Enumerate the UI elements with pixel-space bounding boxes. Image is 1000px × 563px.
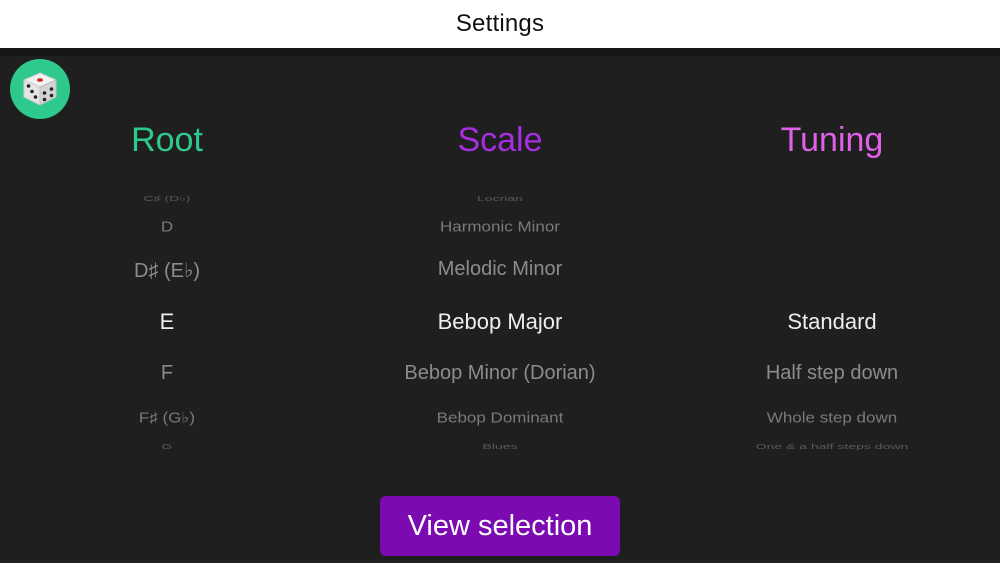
root-option[interactable]: D♯ (E♭) bbox=[0, 258, 334, 283]
root-option[interactable]: C♯ (D♭) bbox=[0, 194, 334, 203]
randomize-button[interactable] bbox=[10, 59, 70, 119]
scale-option[interactable]: Melodic Minor bbox=[333, 258, 667, 281]
view-selection-button[interactable]: View selection bbox=[380, 496, 620, 556]
scale-option[interactable]: Bebop Dominant bbox=[333, 410, 667, 427]
nav-divider bbox=[0, 48, 1000, 56]
view-selection-label: View selection bbox=[407, 509, 593, 542]
scale-option[interactable]: Blues bbox=[333, 442, 667, 451]
tuning-header: Tuning bbox=[780, 121, 884, 159]
page-title: Settings bbox=[455, 10, 545, 37]
tuning-option[interactable]: Whole step down bbox=[665, 410, 999, 427]
root-picker[interactable]: C♯ (D♭) D D♯ (E♭) E F F♯ (G♭) G bbox=[0, 190, 334, 455]
scale-option[interactable]: Harmonic Minor bbox=[333, 219, 667, 236]
scale-option-selected[interactable]: Bebop Major bbox=[333, 309, 667, 335]
dice-icon bbox=[22, 72, 58, 106]
root-option[interactable]: F♯ (G♭) bbox=[0, 410, 334, 427]
scale-header: Scale bbox=[457, 121, 543, 159]
root-option-selected[interactable]: E bbox=[0, 309, 334, 335]
root-header: Root bbox=[131, 121, 203, 159]
root-option[interactable]: G bbox=[0, 442, 334, 451]
root-option[interactable]: D bbox=[0, 219, 334, 236]
scale-option[interactable]: Bebop Minor (Dorian) bbox=[333, 362, 667, 385]
navigation-bar: Settings bbox=[0, 0, 1000, 48]
tuning-option-selected[interactable]: Standard bbox=[665, 309, 999, 335]
tuning-option[interactable]: Half step down bbox=[665, 362, 999, 385]
tuning-option[interactable]: One & a half steps down bbox=[665, 442, 999, 451]
scale-option[interactable]: Locrian bbox=[333, 194, 667, 203]
tuning-picker[interactable]: Standard Half step down Whole step down One… bbox=[665, 190, 999, 455]
scale-picker[interactable]: Locrian Harmonic Minor Melodic Minor Bebop … bbox=[333, 190, 667, 455]
root-option[interactable]: F bbox=[0, 362, 334, 385]
